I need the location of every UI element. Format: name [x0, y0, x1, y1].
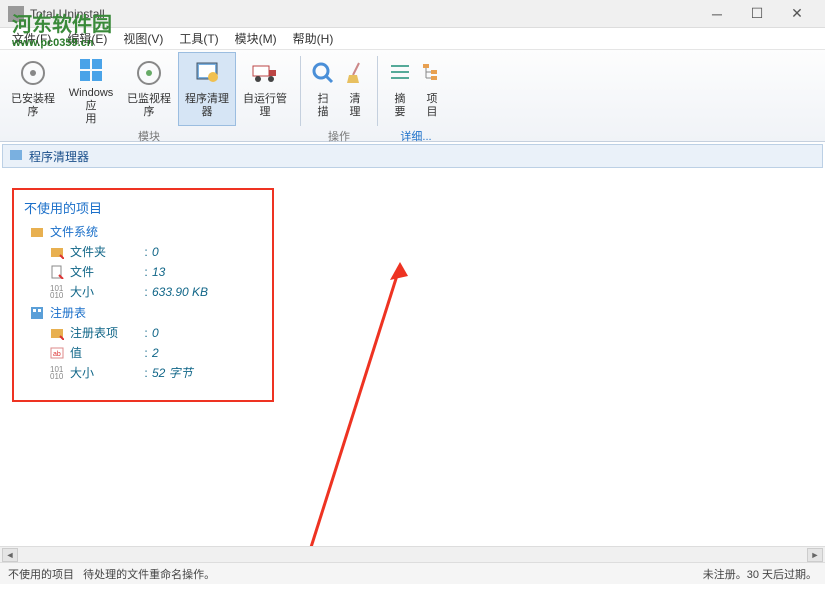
binary-icon: 101010 — [50, 285, 64, 299]
ribbon-group-label-modules: 模块 — [138, 128, 160, 144]
ribbon-group-label-actions: 操作 — [328, 128, 350, 144]
statusbar: 不使用的项目 待处理的文件重命名操作。 未注册。30 天后过期。 — [0, 562, 825, 584]
folder-tree-icon — [30, 225, 44, 239]
scroll-left-button[interactable]: ◄ — [2, 548, 18, 562]
values-row: ab 值: 2 — [50, 344, 262, 361]
autorun-manager-button[interactable]: 自运行管理 — [236, 52, 294, 126]
close-button[interactable]: ✕ — [777, 0, 817, 28]
files-row: 文件: 13 — [50, 263, 262, 280]
regsize-row: 101010 大小: 52 字节 — [50, 364, 262, 381]
folders-row: 文件夹: 0 — [50, 243, 262, 260]
installed-programs-button[interactable]: 已安装程序 — [4, 52, 62, 126]
cleaner-small-icon — [9, 149, 23, 163]
regitems-row: 注册表项: 0 — [50, 324, 262, 341]
tree-icon — [416, 57, 448, 89]
status-pending: 待处理的文件重命名操作。 — [83, 569, 215, 581]
status-unused: 不使用的项目 — [8, 569, 74, 581]
maximize-button[interactable]: ☐ — [737, 0, 777, 28]
ribbon: 已安装程序 Windows 应用 已监视程序 程序清理器 自运行管理 模块 — [0, 50, 825, 142]
unused-items-panel: 不使用的项目 文件系统 文件夹: 0 文件: 13 101010 大小: 633… — [12, 188, 274, 402]
menu-tools[interactable]: 工具(T) — [173, 28, 224, 49]
regfolder-icon — [50, 326, 64, 340]
menu-help[interactable]: 帮助(H) — [287, 28, 340, 49]
truck-icon — [249, 57, 281, 89]
ribbon-group-actions: 扫描 清理 操作 — [303, 50, 375, 141]
app-icon — [8, 6, 24, 22]
filesystem-section[interactable]: 文件系统 — [30, 223, 262, 240]
registry-icon — [30, 306, 44, 320]
minimize-button[interactable]: ─ — [697, 0, 737, 28]
svg-text:ab: ab — [53, 351, 61, 358]
windows-apps-button[interactable]: Windows 应用 — [62, 52, 120, 126]
titlebar: Total Uninstall ─ ☐ ✕ — [0, 0, 825, 28]
size-row: 101010 大小: 633.90 KB — [50, 283, 262, 300]
registry-section[interactable]: 注册表 — [30, 304, 262, 321]
scan-button[interactable]: 扫描 — [307, 52, 339, 126]
scroll-right-button[interactable]: ► — [807, 548, 823, 562]
menubar: 文件(F) 编辑(E) 视图(V) 工具(T) 模块(M) 帮助(H) — [0, 28, 825, 50]
status-registration: 未注册。30 天后过期。 — [703, 566, 817, 582]
regvalue-icon: ab — [50, 346, 64, 360]
menu-view[interactable]: 视图(V) — [117, 28, 169, 49]
horizontal-scrollbar[interactable]: ◄ ► — [0, 546, 825, 562]
summary-button[interactable]: 摘要 — [384, 52, 416, 126]
ribbon-separator — [300, 56, 301, 126]
panel-title: 不使用的项目 — [24, 198, 262, 217]
menu-modules[interactable]: 模块(M) — [229, 28, 283, 49]
magnifier-icon — [307, 57, 339, 89]
window-title: Total Uninstall — [30, 7, 697, 21]
list-icon — [384, 57, 416, 89]
binary-icon: 101010 — [50, 366, 64, 380]
breadcrumb: 程序清理器 — [2, 144, 823, 168]
ribbon-group-view: 摘要 项目 详细... — [380, 50, 452, 141]
broom-icon — [339, 57, 371, 89]
cd-monitor-icon — [133, 57, 165, 89]
folder-icon — [50, 245, 64, 259]
program-cleaner-button[interactable]: 程序清理器 — [178, 52, 236, 126]
file-icon — [50, 265, 64, 279]
content-area: 不使用的项目 文件系统 文件夹: 0 文件: 13 101010 大小: 633… — [0, 170, 825, 550]
monitored-programs-button[interactable]: 已监视程序 — [120, 52, 178, 126]
menu-edit[interactable]: 编辑(E) — [61, 28, 113, 49]
menu-file[interactable]: 文件(F) — [6, 28, 57, 49]
cleaner-icon — [191, 57, 223, 89]
ribbon-details-link[interactable]: 详细... — [400, 128, 431, 144]
cd-icon — [17, 57, 49, 89]
breadcrumb-title: 程序清理器 — [29, 148, 89, 165]
items-button[interactable]: 项目 — [416, 52, 448, 126]
ribbon-separator — [377, 56, 378, 126]
ribbon-group-modules: 已安装程序 Windows 应用 已监视程序 程序清理器 自运行管理 模块 — [0, 50, 298, 141]
windows-icon — [75, 57, 107, 83]
clean-button[interactable]: 清理 — [339, 52, 371, 126]
